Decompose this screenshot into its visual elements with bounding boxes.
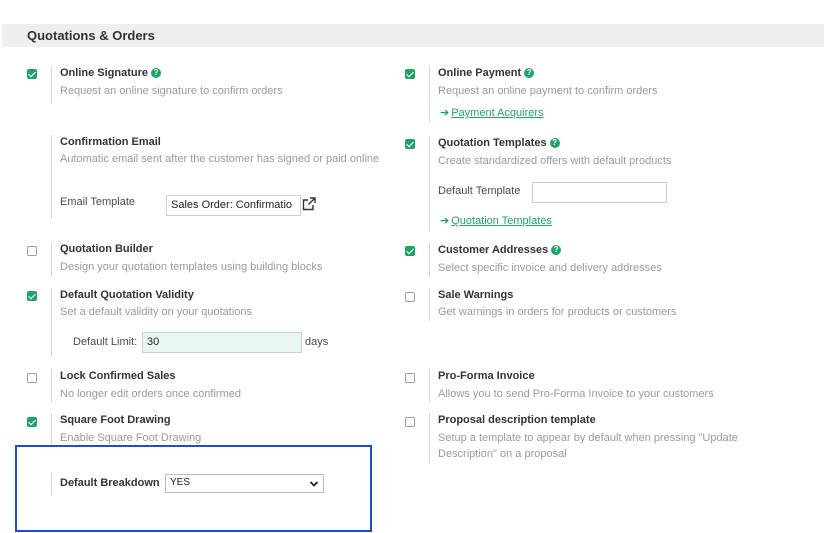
default-quotation-validity-desc: Set a default validity on your quotation…: [60, 306, 253, 318]
chevron-down-icon: [309, 481, 319, 487]
payment-acquirers-link-text: Payment Acquirers: [451, 107, 544, 119]
setting-divider: [51, 66, 52, 104]
customer-addresses-label: Customer Addresses: [438, 244, 549, 256]
sale-warnings-checkbox[interactable]: [405, 292, 415, 302]
default-breakdown-select[interactable]: YES: [165, 474, 324, 493]
setting-divider: [429, 243, 430, 276]
customer-addresses-title: Customer Addresses?: [438, 244, 562, 256]
quotation-templates-link[interactable]: ➔ Quotation Templates: [440, 214, 552, 227]
help-icon[interactable]: ?: [151, 68, 162, 78]
proposal-description-template-checkbox[interactable]: [405, 417, 415, 427]
arrow-right-icon: ➔: [440, 215, 450, 227]
default-breakdown-value: YES: [170, 477, 191, 488]
quotation-templates-title: Quotation Templates?: [438, 137, 560, 149]
arrow-right-icon: ➔: [440, 107, 450, 119]
lock-confirmed-sales-title: Lock Confirmed Sales: [60, 370, 176, 382]
setting-divider: [51, 243, 52, 276]
setting-divider: [429, 288, 430, 321]
online-payment-desc: Request an online payment to confirm ord…: [438, 85, 658, 97]
setting-divider: [51, 413, 52, 446]
lock-confirmed-sales-desc: No longer edit orders once confirmed: [60, 388, 241, 400]
default-quotation-validity-title: Default Quotation Validity: [60, 289, 194, 301]
setting-divider: [51, 288, 52, 356]
quotation-templates-label: Quotation Templates: [438, 137, 547, 149]
setting-divider: [429, 413, 430, 463]
email-template-field[interactable]: Sales Order: Confirmatio: [166, 195, 301, 216]
default-template-field[interactable]: [532, 182, 667, 203]
default-quotation-validity-checkbox[interactable]: [27, 291, 37, 301]
confirmation-email-title: Confirmation Email: [60, 136, 161, 148]
external-link-icon[interactable]: [301, 196, 317, 212]
payment-acquirers-link[interactable]: ➔ Payment Acquirers: [440, 106, 544, 119]
default-limit-label: Default Limit:: [73, 336, 138, 348]
default-limit-input[interactable]: 30: [142, 332, 302, 353]
online-payment-title: Online Payment?: [438, 67, 535, 79]
setting-divider: [429, 136, 430, 231]
pro-forma-invoice-desc: Allows you to send Pro-Forma Invoice to …: [438, 388, 714, 400]
setting-divider: [429, 66, 430, 122]
online-signature-label: Online Signature: [60, 67, 149, 79]
quotation-builder-desc: Design your quotation templates using bu…: [60, 261, 323, 273]
customer-addresses-checkbox[interactable]: [405, 246, 415, 256]
square-foot-drawing-title: Square Foot Drawing: [60, 414, 171, 426]
days-label: days: [305, 336, 329, 348]
section-title: Quotations & Orders: [27, 28, 155, 43]
quotation-templates-link-text: Quotation Templates: [451, 215, 552, 227]
online-signature-checkbox[interactable]: [27, 69, 37, 79]
customer-addresses-desc: Select specific invoice and delivery add…: [438, 262, 662, 274]
setting-divider: [51, 135, 52, 219]
proposal-description-template-desc: Setup a template to appear by default wh…: [438, 432, 738, 460]
proposal-description-template-title: Proposal description template: [438, 414, 596, 426]
help-icon[interactable]: ?: [551, 245, 562, 255]
setting-divider: [429, 369, 430, 402]
sale-warnings-desc: Get warnings in orders for products or c…: [438, 306, 677, 318]
confirmation-email-desc: Automatic email sent after the customer …: [60, 153, 380, 165]
quotation-templates-checkbox[interactable]: [405, 139, 415, 149]
default-breakdown-title: Default Breakdown: [60, 477, 160, 489]
square-foot-drawing-desc: Enable Square Foot Drawing: [60, 432, 202, 444]
online-signature-title: Online Signature?: [60, 67, 162, 79]
pro-forma-invoice-title: Pro-Forma Invoice: [438, 370, 535, 382]
lock-confirmed-sales-checkbox[interactable]: [27, 373, 37, 383]
pro-forma-invoice-checkbox[interactable]: [405, 373, 415, 383]
online-signature-desc: Request an online signature to confirm o…: [60, 85, 283, 97]
setting-divider: [51, 369, 52, 402]
square-foot-drawing-checkbox[interactable]: [27, 417, 37, 427]
section-header: Quotations & Orders: [2, 24, 824, 47]
online-payment-checkbox[interactable]: [405, 69, 415, 79]
sale-warnings-title: Sale Warnings: [438, 289, 514, 301]
setting-divider: [51, 473, 52, 495]
quotation-templates-desc: Create standardized offers with default …: [438, 155, 672, 167]
help-icon[interactable]: ?: [549, 138, 560, 148]
help-icon[interactable]: ?: [524, 68, 535, 78]
quotation-builder-title: Quotation Builder: [60, 243, 153, 255]
email-template-label: Email Template: [60, 196, 135, 208]
quotation-builder-checkbox[interactable]: [27, 246, 37, 256]
default-template-label: Default Template: [438, 185, 521, 197]
online-payment-label: Online Payment: [438, 67, 522, 79]
